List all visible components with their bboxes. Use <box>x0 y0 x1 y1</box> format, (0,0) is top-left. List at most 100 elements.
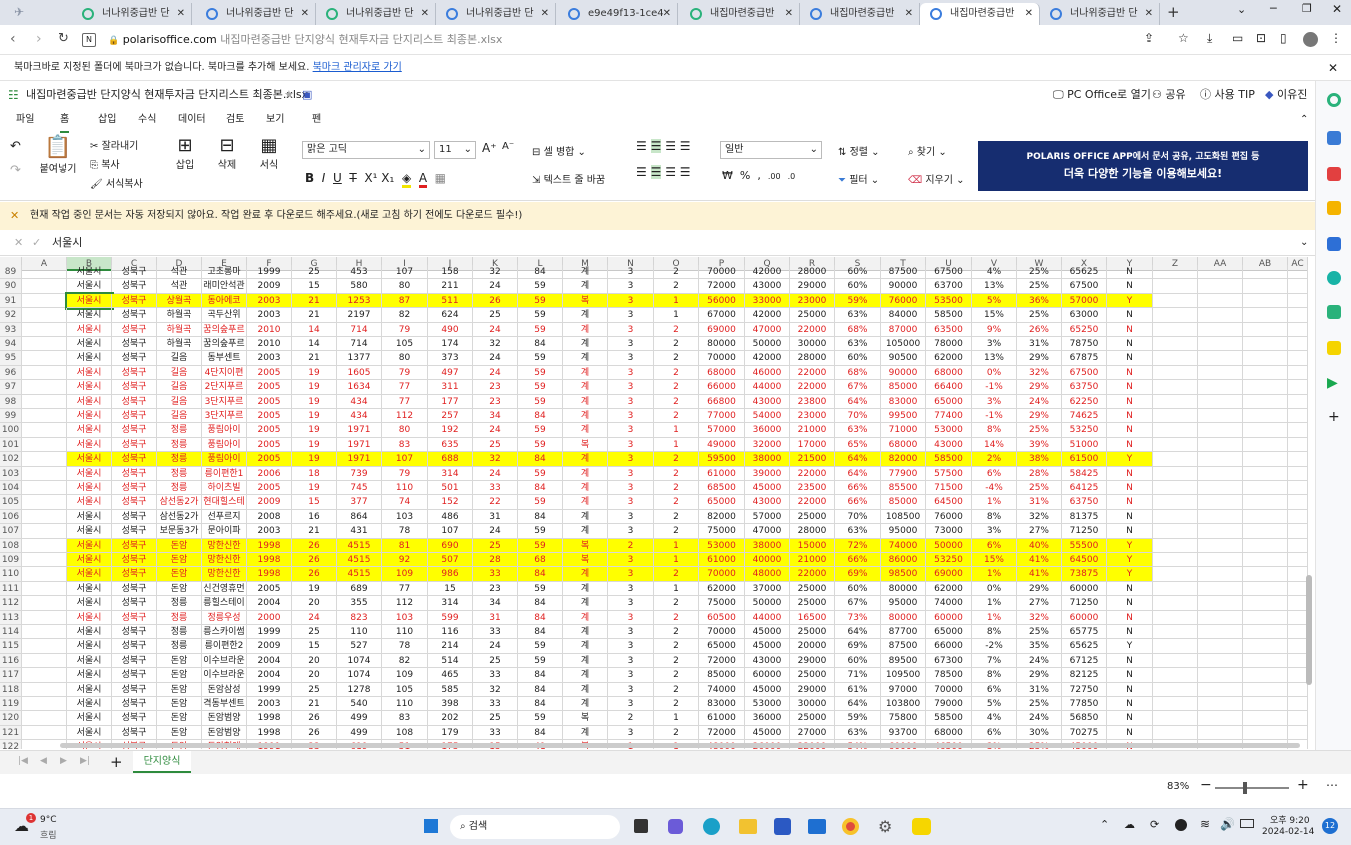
table-cell[interactable]: 25% <box>1017 481 1062 496</box>
table-cell[interactable]: 453 <box>337 265 382 280</box>
table-cell[interactable] <box>22 625 67 640</box>
table-cell[interactable]: 64500 <box>1062 553 1107 568</box>
table-cell[interactable]: 50000 <box>926 538 972 553</box>
table-cell[interactable]: 21500 <box>790 452 835 467</box>
table-cell[interactable]: 1 <box>654 437 699 453</box>
table-cell[interactable]: 성북구 <box>112 567 157 582</box>
table-cell[interactable]: 서울시 <box>67 697 112 712</box>
table-cell[interactable]: 70000 <box>699 567 745 582</box>
table-cell[interactable]: 53000 <box>926 423 972 438</box>
table-cell[interactable]: 19 <box>292 481 337 496</box>
volume-icon[interactable]: 🔊 <box>1220 817 1235 831</box>
table-cell[interactable] <box>1198 725 1243 741</box>
find-button[interactable]: ⌕ 찾기 ⌄ <box>908 143 947 158</box>
table-cell[interactable]: 3 <box>608 452 654 467</box>
table-cell[interactable]: 복 <box>563 711 608 726</box>
table-cell[interactable]: 서울시 <box>67 653 112 669</box>
table-cell[interactable]: 서울시 <box>67 380 112 395</box>
distribute-icon[interactable]: ☰ <box>680 165 691 179</box>
table-cell[interactable] <box>1243 380 1288 395</box>
table-cell[interactable]: 1 <box>654 553 699 568</box>
browser-tab[interactable]: 너나위중급반 단 ✕ <box>316 3 436 25</box>
table-cell[interactable]: 42000 <box>745 265 790 280</box>
row-header[interactable]: 92 <box>0 308 22 323</box>
table-cell[interactable]: 1074 <box>337 653 382 669</box>
table-cell[interactable]: 1971 <box>337 437 382 453</box>
row-header[interactable]: 95 <box>0 351 22 366</box>
table-cell[interactable]: 성북구 <box>112 625 157 640</box>
chrome-icon[interactable] <box>842 818 859 835</box>
table-cell[interactable]: 1 <box>654 711 699 726</box>
table-cell[interactable]: 714 <box>337 337 382 352</box>
table-cell[interactable]: N <box>1107 581 1153 597</box>
table-cell[interactable]: 동아에코 <box>202 293 247 309</box>
table-cell[interactable]: 20 <box>292 668 337 683</box>
table-cell[interactable]: 16500 <box>790 610 835 625</box>
browser-tab[interactable]: 내집마련중급반 ✕ <box>920 3 1040 25</box>
table-cell[interactable]: 서울시 <box>67 337 112 352</box>
table-cell[interactable]: 꿈의숲푸르 <box>202 337 247 352</box>
table-cell[interactable]: 70000 <box>699 625 745 640</box>
table-cell[interactable]: 490 <box>428 322 473 337</box>
table-cell[interactable] <box>1243 437 1288 453</box>
table-cell[interactable]: 107 <box>382 265 428 280</box>
table-cell[interactable]: 돈암 <box>157 711 202 726</box>
table-cell[interactable]: 2 <box>654 394 699 409</box>
table-cell[interactable]: 25000 <box>790 308 835 323</box>
table-cell[interactable]: 499 <box>337 711 382 726</box>
table-cell[interactable] <box>1153 409 1198 424</box>
table-cell[interactable]: 3 <box>608 322 654 337</box>
table-cell[interactable]: 109 <box>382 668 428 683</box>
table-cell[interactable] <box>1198 711 1243 726</box>
table-cell[interactable] <box>1198 380 1243 395</box>
table-cell[interactable]: 59500 <box>699 452 745 467</box>
table-cell[interactable]: 83000 <box>881 394 926 409</box>
table-cell[interactable]: 정릉 <box>157 481 202 496</box>
table-cell[interactable]: 63700 <box>926 279 972 294</box>
table-cell[interactable] <box>1243 725 1288 741</box>
forward-icon[interactable]: › <box>36 31 42 47</box>
usage-tip-button[interactable]: ⓘ 사용 TIP <box>1200 81 1255 109</box>
table-cell[interactable]: 486 <box>428 509 473 525</box>
table-cell[interactable] <box>1198 481 1243 496</box>
table-cell[interactable]: 24 <box>473 466 518 481</box>
table-cell[interactable]: 66800 <box>699 394 745 409</box>
table-cell[interactable]: 87500 <box>881 265 926 280</box>
table-cell[interactable]: 하월곡 <box>157 308 202 323</box>
table-cell[interactable]: 계 <box>563 653 608 669</box>
table-cell[interactable] <box>1243 653 1288 669</box>
table-cell[interactable]: 58500 <box>926 452 972 467</box>
table-cell[interactable] <box>1153 711 1198 726</box>
table-cell[interactable]: 서울시 <box>67 682 112 697</box>
table-cell[interactable] <box>1243 567 1288 582</box>
table-cell[interactable]: 23 <box>473 380 518 395</box>
table-cell[interactable]: 77 <box>382 581 428 597</box>
table-cell[interactable]: 서울시 <box>67 322 112 337</box>
table-cell[interactable]: 32 <box>473 682 518 697</box>
table-cell[interactable]: 서울시 <box>65 291 114 311</box>
table-cell[interactable] <box>1198 509 1243 525</box>
table-cell[interactable]: 511 <box>428 293 473 309</box>
table-cell[interactable]: 2005 <box>247 394 292 409</box>
table-cell[interactable] <box>1243 509 1288 525</box>
table-cell[interactable]: 서울시 <box>67 509 112 525</box>
table-cell[interactable]: 복 <box>563 553 608 568</box>
table-cell[interactable]: 1 <box>654 423 699 438</box>
table-cell[interactable]: 계 <box>563 351 608 366</box>
table-cell[interactable]: 60% <box>835 265 881 280</box>
save-icon[interactable]: ▣ <box>302 81 312 109</box>
table-cell[interactable] <box>22 682 67 697</box>
table-cell[interactable]: 26% <box>1017 322 1062 337</box>
table-cell[interactable]: 성북구 <box>112 653 157 669</box>
table-cell[interactable]: 90500 <box>881 351 926 366</box>
table-cell[interactable]: 110 <box>337 625 382 640</box>
close-tab-icon[interactable]: ✕ <box>301 3 309 25</box>
table-cell[interactable]: 정릉 <box>157 452 202 467</box>
table-cell[interactable]: 75000 <box>699 524 745 539</box>
table-cell[interactable]: 꿈의숲푸르 <box>202 322 247 337</box>
table-cell[interactable]: 25 <box>473 308 518 323</box>
table-cell[interactable]: 3 <box>608 365 654 381</box>
table-cell[interactable]: 24% <box>1017 653 1062 669</box>
grow-font-icon[interactable]: A⁺ <box>482 141 497 155</box>
align-bottom-icon[interactable]: ☰ <box>665 139 676 153</box>
